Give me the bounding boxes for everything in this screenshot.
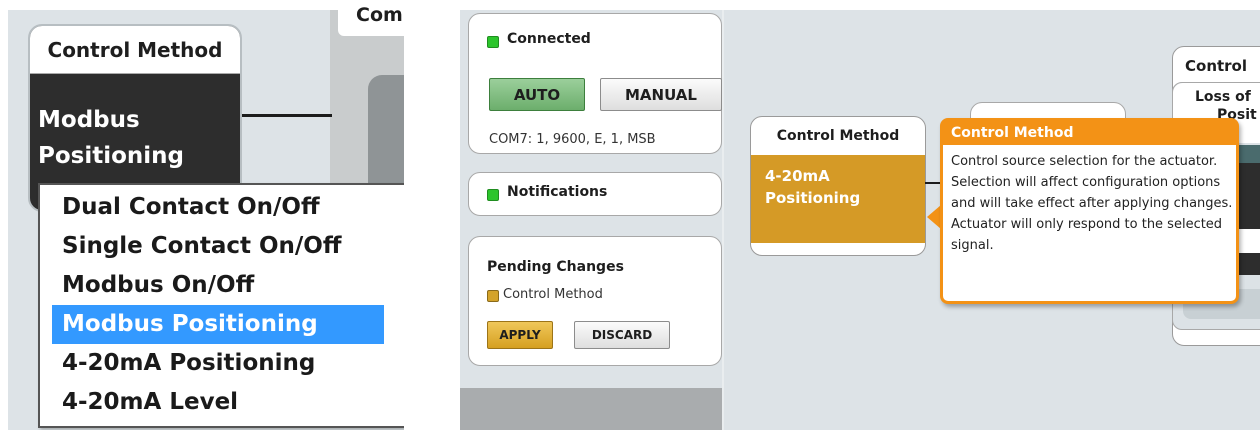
dropdown-option[interactable]: Single Contact On/Off [52,227,384,266]
notifications-card[interactable]: Notifications [468,172,722,216]
dropdown-option[interactable]: Modbus On/Off [52,266,384,305]
sidebar-bottom-area [460,388,722,430]
discard-button[interactable]: DISCARD [574,321,670,349]
loss-of-signal-title: Loss of [1195,89,1251,105]
auto-button[interactable]: AUTO [489,78,585,111]
connection-status-label: Connected [507,31,591,47]
pending-item-label: Control Method [503,287,603,302]
control-method-card-title: Control Method [47,37,223,62]
dropdown-option[interactable]: Dual Contact On/Off [52,188,384,227]
control-method-value-line1: 4-20mA [765,167,830,185]
control-method-card-header: Control Method [30,26,240,74]
tooltip-title: Control Method [943,121,1236,145]
actuator-config-screen: Connected AUTO MANUAL COM7: 1, 9600, E, … [460,0,1260,430]
dropdown-option[interactable]: 4-20mA Level [52,383,384,422]
control-method-card-value: Modbus Positioning [38,107,185,169]
apply-button[interactable]: APPLY [487,321,553,349]
tooltip-pointer [927,205,941,229]
control-method-dropdown-list[interactable]: Dual Contact On/Off Single Contact On/Of… [38,183,404,428]
zoomed-control-method-panel: Comm Control Method Modbus Positioning D… [8,0,404,430]
control-method-card-value: 4-20mA Positioning [765,165,915,209]
manual-button[interactable]: MANUAL [600,78,722,111]
pending-changes-card: Pending Changes Control Method APPLY DIS… [468,236,722,366]
sidebar-divider [722,10,724,430]
control-method-card[interactable]: Control Method 4-20mA Positioning [750,116,926,256]
control-method-value-line2: Positioning [765,189,861,207]
control-panel-title: Control [1185,57,1248,75]
notifications-status-icon [487,189,499,201]
dropdown-option-selected[interactable]: Modbus Positioning [52,305,384,344]
control-method-card-title: Control Method [776,128,900,144]
connector-line [240,114,332,117]
comm-card-title: Comm [356,4,404,26]
connected-status-icon [487,36,499,48]
notifications-label: Notifications [507,184,608,200]
pending-item-icon [487,290,499,302]
port-settings-text: COM7: 1, 9600, E, 1, MSB [489,132,656,147]
canvas-bottom-area [722,388,1260,430]
control-method-tooltip: Control Method Control source selection … [940,118,1239,304]
pending-changes-title: Pending Changes [487,259,624,275]
connection-card: Connected AUTO MANUAL COM7: 1, 9600, E, … [468,13,722,154]
top-strip [460,0,1260,10]
dropdown-option[interactable]: 4-20mA Positioning [52,344,384,383]
tooltip-body: Control source selection for the actuato… [951,154,1233,253]
